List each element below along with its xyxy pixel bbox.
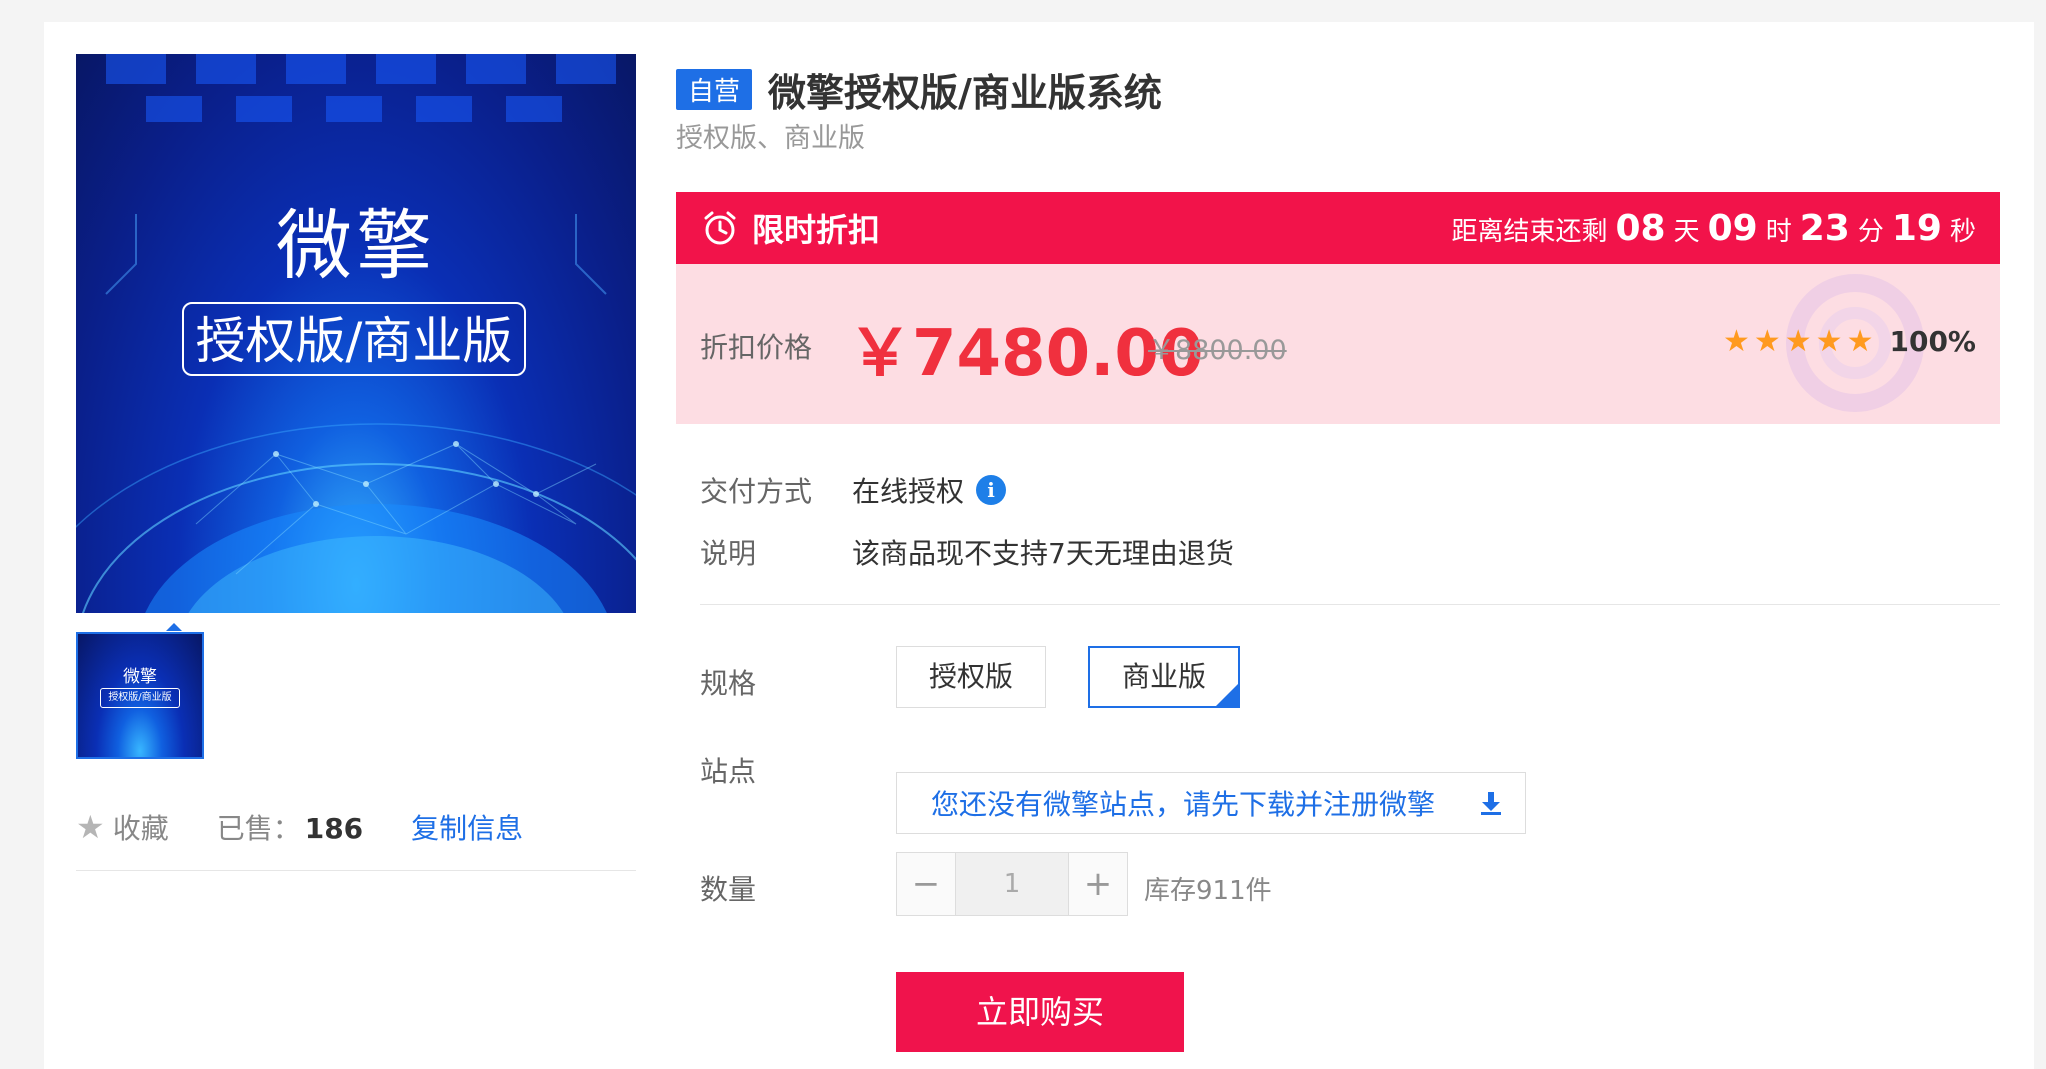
favorite-label: 收藏: [112, 812, 169, 845]
main-image-subtitle: 授权版/商业版: [182, 302, 526, 376]
thumbnail-caret: [166, 623, 182, 631]
rating-percent: 100%: [1889, 325, 1976, 358]
site-label: 站点: [700, 755, 757, 788]
product-title: 微擎授权版/商业版系统: [768, 71, 1162, 115]
sold-count: 186: [304, 812, 364, 845]
price-box: 折扣价格 ￥7480.00 ￥8800.00 ★ ★ ★ ★ ★ 100%: [676, 264, 2000, 424]
product-subtitle: 授权版、商业版: [676, 123, 865, 154]
rating-star-icon: ★: [1722, 324, 1750, 359]
rating-star-icon: ★: [1753, 324, 1781, 359]
delivery-value: 在线授权: [852, 475, 965, 508]
product-meta-row: ★ 收藏 已售： 186 复制信息: [76, 802, 636, 852]
countdown-days: 08: [1615, 207, 1666, 249]
countdown-days-unit: 天: [1673, 216, 1700, 247]
quantity-stepper: − 1 +: [896, 852, 1128, 916]
buy-now-button[interactable]: 立即购买: [896, 972, 1184, 1052]
copy-info-link[interactable]: 复制信息: [411, 807, 523, 847]
original-price: ￥8800.00: [1148, 335, 1287, 366]
rating-star-icon: ★: [1815, 324, 1843, 359]
countdown-minutes: 23: [1799, 207, 1850, 249]
spec-option-authorized[interactable]: 授权版: [896, 646, 1047, 708]
delivery-row: 交付方式 在线授权 i: [700, 470, 1007, 510]
sold-label: 已售：: [216, 812, 301, 845]
rating-star-icon: ★: [1846, 324, 1874, 359]
quantity-minus-button[interactable]: −: [897, 853, 956, 915]
quantity-plus-button[interactable]: +: [1068, 853, 1127, 915]
spec-label: 规格: [700, 667, 757, 700]
promo-label: 限时折扣: [752, 211, 881, 249]
alarm-clock-icon: [704, 211, 736, 245]
note-label: 说明: [700, 537, 757, 570]
countdown-hours: 09: [1707, 207, 1758, 249]
divider: [700, 604, 2000, 605]
rating: ★ ★ ★ ★ ★ 100%: [1719, 324, 1976, 359]
delivery-label: 交付方式: [700, 475, 813, 508]
limited-discount-bar: 限时折扣 距离结束还剩 08 天 09 时 23 分 19 秒: [676, 192, 2000, 264]
product-card: 微擎 授权版/商业版 微擎 授权版/商业版 ★ 收藏 已售： 186 复制信息 自…: [44, 22, 2034, 1069]
quantity-label: 数量: [700, 873, 757, 906]
countdown-seconds-unit: 秒: [1949, 216, 1976, 247]
countdown-minutes-unit: 分: [1857, 216, 1884, 247]
rating-star-icon: ★: [1784, 324, 1812, 359]
countdown-prefix: 距离结束还剩: [1451, 216, 1608, 247]
thumbnail-image[interactable]: 微擎 授权版/商业版: [76, 632, 204, 759]
stock-info: 库存911件: [1144, 876, 1272, 906]
spec-option-label: 商业版: [1122, 660, 1207, 693]
site-prompt: 您还没有微擎站点，请先下载并注册微擎: [931, 788, 1436, 821]
thumbnail-subtitle: 授权版/商业版: [100, 688, 180, 708]
selected-corner-marker: [1216, 684, 1239, 706]
main-image-title: 微擎: [276, 201, 436, 290]
thumbnail-title: 微擎: [123, 667, 157, 687]
download-icon: [1481, 792, 1501, 815]
spec-option-commercial[interactable]: 商业版: [1088, 646, 1241, 708]
sold-info: 已售： 186: [217, 807, 363, 847]
favorite-button[interactable]: ★ 收藏: [76, 807, 169, 847]
countdown: 距离结束还剩 08 天 09 时 23 分 19 秒: [1451, 208, 1976, 249]
note-row: 说明 该商品现不支持7天无理由退货: [700, 532, 1234, 572]
countdown-seconds: 19: [1891, 207, 1942, 249]
star-icon: ★: [76, 808, 105, 846]
site-download-link[interactable]: 您还没有微擎站点，请先下载并注册微擎: [896, 772, 1526, 834]
title-row: 自营 微擎授权版/商业版系统: [676, 62, 1162, 117]
product-main-image: 微擎 授权版/商业版: [76, 54, 636, 613]
note-value: 该商品现不支持7天无理由退货: [852, 537, 1234, 570]
info-icon[interactable]: i: [976, 475, 1007, 505]
divider: [76, 870, 636, 871]
countdown-hours-unit: 时: [1765, 216, 1792, 247]
self-operated-badge: 自营: [676, 69, 753, 110]
quantity-input[interactable]: 1: [956, 853, 1068, 915]
price-label: 折扣价格: [700, 331, 813, 364]
